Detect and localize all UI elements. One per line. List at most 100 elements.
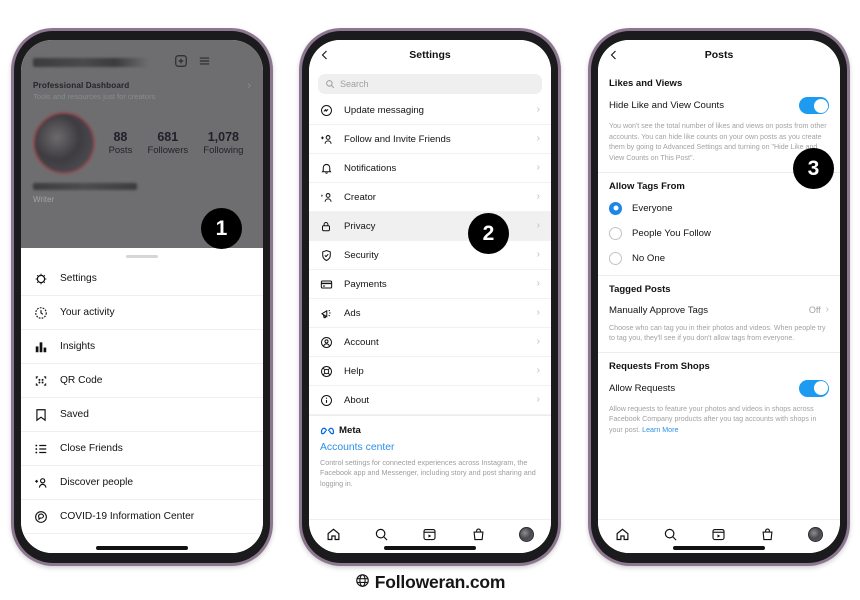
- avatar[interactable]: [33, 112, 95, 174]
- chevron-left-icon[interactable]: [608, 48, 620, 62]
- settings-row-label: Ads: [344, 307, 361, 319]
- add-person-icon: [320, 133, 341, 146]
- profile-avatar[interactable]: [519, 527, 535, 542]
- row-value: Off: [808, 305, 821, 316]
- sheet-item-your-activity[interactable]: Your activity: [21, 296, 263, 330]
- footer-brand: Followeran.com: [0, 572, 860, 593]
- learn-more-link[interactable]: Learn More: [642, 426, 678, 434]
- allow-requests-toggle[interactable]: [799, 379, 829, 397]
- screenshot-stage: Professional Dashboard Tools and resourc…: [0, 0, 860, 600]
- radio-option-everyone[interactable]: Everyone: [598, 196, 840, 221]
- gear-icon: [34, 272, 56, 286]
- meta-label: Meta: [339, 425, 361, 436]
- chevron-right-icon: ›: [536, 220, 540, 231]
- row-hide-like-view-counts[interactable]: Hide Like and View Counts: [598, 93, 840, 121]
- shop-icon[interactable]: [760, 527, 775, 542]
- sheet-item-qr-code[interactable]: QR Code: [21, 364, 263, 398]
- add-person-icon: [34, 476, 56, 490]
- professional-dashboard-card[interactable]: Professional Dashboard Tools and resourc…: [33, 81, 251, 102]
- settings-row-notifications[interactable]: Notifications ›: [309, 154, 551, 183]
- phone-mockup-3: Posts Likes and Views Hide Like and View…: [588, 28, 850, 566]
- home-indicator: [673, 546, 765, 550]
- creator-person-icon: [320, 191, 341, 204]
- settings-row-privacy[interactable]: Privacy ›: [309, 212, 551, 241]
- radio-icon: [609, 226, 622, 240]
- settings-row-label: Account: [344, 336, 379, 348]
- stat-value: 1,078: [207, 130, 239, 144]
- home-icon[interactable]: [615, 527, 630, 542]
- sheet-item-label: Discover people: [60, 477, 134, 488]
- chevron-right-icon: ›: [536, 278, 540, 289]
- settings-row-update-messaging[interactable]: Update messaging ›: [309, 96, 551, 125]
- plus-box-icon[interactable]: [174, 54, 188, 68]
- search-input[interactable]: Search: [318, 74, 542, 94]
- meta-logo: Meta: [320, 425, 540, 436]
- row-label: Hide Like and View Counts: [609, 100, 725, 111]
- sheet-grabber[interactable]: [126, 255, 158, 258]
- stat-label: Posts: [108, 145, 133, 156]
- reels-icon[interactable]: [422, 527, 437, 542]
- bar-chart-icon: [34, 340, 56, 354]
- accounts-center-link[interactable]: Accounts center: [320, 442, 540, 453]
- settings-row-ads[interactable]: Ads ›: [309, 299, 551, 328]
- phone-bezel: Professional Dashboard Tools and resourc…: [14, 31, 270, 563]
- search-icon[interactable]: [374, 527, 389, 542]
- stat-following[interactable]: 1,078 Following: [203, 130, 243, 156]
- settings-row-label: Payments: [344, 278, 387, 290]
- settings-row-label: Follow and Invite Friends: [344, 133, 451, 145]
- settings-row-creator[interactable]: Creator ›: [309, 183, 551, 212]
- phone-mockup-1: Professional Dashboard Tools and resourc…: [11, 28, 273, 566]
- clock-activity-icon: [34, 306, 56, 320]
- row-manually-approve-tags[interactable]: Manually Approve Tags Off ›: [598, 299, 840, 323]
- sheet-item-settings[interactable]: Settings: [21, 262, 263, 296]
- chevron-left-icon[interactable]: [319, 48, 331, 62]
- settings-screen: Settings Search Update messaging › Follo…: [309, 40, 551, 553]
- page-title: Settings: [409, 49, 451, 61]
- chevron-right-icon: ›: [536, 365, 540, 376]
- settings-row-follow-invite[interactable]: Follow and Invite Friends ›: [309, 125, 551, 154]
- radio-option-no-one[interactable]: No One: [598, 246, 840, 271]
- settings-row-help[interactable]: Help ›: [309, 357, 551, 386]
- lock-icon: [320, 220, 341, 233]
- sheet-item-discover-people[interactable]: Discover people: [21, 466, 263, 500]
- profile-topbar: [33, 50, 251, 72]
- help-text-shops-prefix: Allow requests to feature your photos an…: [609, 404, 817, 435]
- settings-row-about[interactable]: About ›: [309, 386, 551, 415]
- globe-icon: [355, 573, 370, 593]
- posts-settings-list: Likes and Views Hide Like and View Count…: [598, 70, 840, 519]
- shop-icon[interactable]: [471, 527, 486, 542]
- sheet-item-label: Close Friends: [60, 443, 123, 454]
- hide-likes-toggle[interactable]: [799, 97, 829, 114]
- settings-row-payments[interactable]: Payments ›: [309, 270, 551, 299]
- sheet-item-insights[interactable]: Insights: [21, 330, 263, 364]
- row-label: Allow Requests: [609, 382, 676, 394]
- hamburger-icon[interactable]: [197, 54, 212, 68]
- sheet-item-close-friends[interactable]: Close Friends: [21, 432, 263, 466]
- home-indicator: [96, 546, 188, 550]
- megaphone-icon: [320, 307, 341, 320]
- stat-posts[interactable]: 88 Posts: [109, 130, 133, 156]
- sheet-item-covid-info[interactable]: COVID-19 Information Center: [21, 500, 263, 534]
- sheet-item-label: Settings: [60, 273, 97, 284]
- messenger-icon: [320, 104, 341, 117]
- reels-icon[interactable]: [711, 527, 726, 542]
- stat-label: Followers: [147, 145, 189, 156]
- profile-stats-row: 88 Posts 681 Followers 1,078 Following: [33, 112, 251, 174]
- bookmark-icon: [34, 408, 56, 422]
- row-allow-requests[interactable]: Allow Requests: [598, 376, 840, 404]
- radio-option-people-you-follow[interactable]: People You Follow: [598, 221, 840, 246]
- chevron-right-icon: ›: [536, 162, 540, 173]
- profile-avatar[interactable]: [808, 527, 824, 542]
- settings-row-label: Notifications: [344, 162, 397, 174]
- phone-mockup-2: Settings Search Update messaging › Follo…: [299, 28, 561, 566]
- profile-username-redacted: [33, 57, 165, 67]
- stat-followers[interactable]: 681 Followers: [147, 130, 188, 156]
- settings-row-security[interactable]: Security ›: [309, 241, 551, 270]
- profile-bio: Writer: [33, 195, 55, 204]
- settings-row-label: Security: [344, 249, 379, 261]
- search-icon[interactable]: [663, 527, 678, 542]
- sheet-item-saved[interactable]: Saved: [21, 398, 263, 432]
- settings-row-account[interactable]: Account ›: [309, 328, 551, 357]
- home-icon[interactable]: [326, 527, 341, 542]
- radio-icon: [609, 251, 622, 265]
